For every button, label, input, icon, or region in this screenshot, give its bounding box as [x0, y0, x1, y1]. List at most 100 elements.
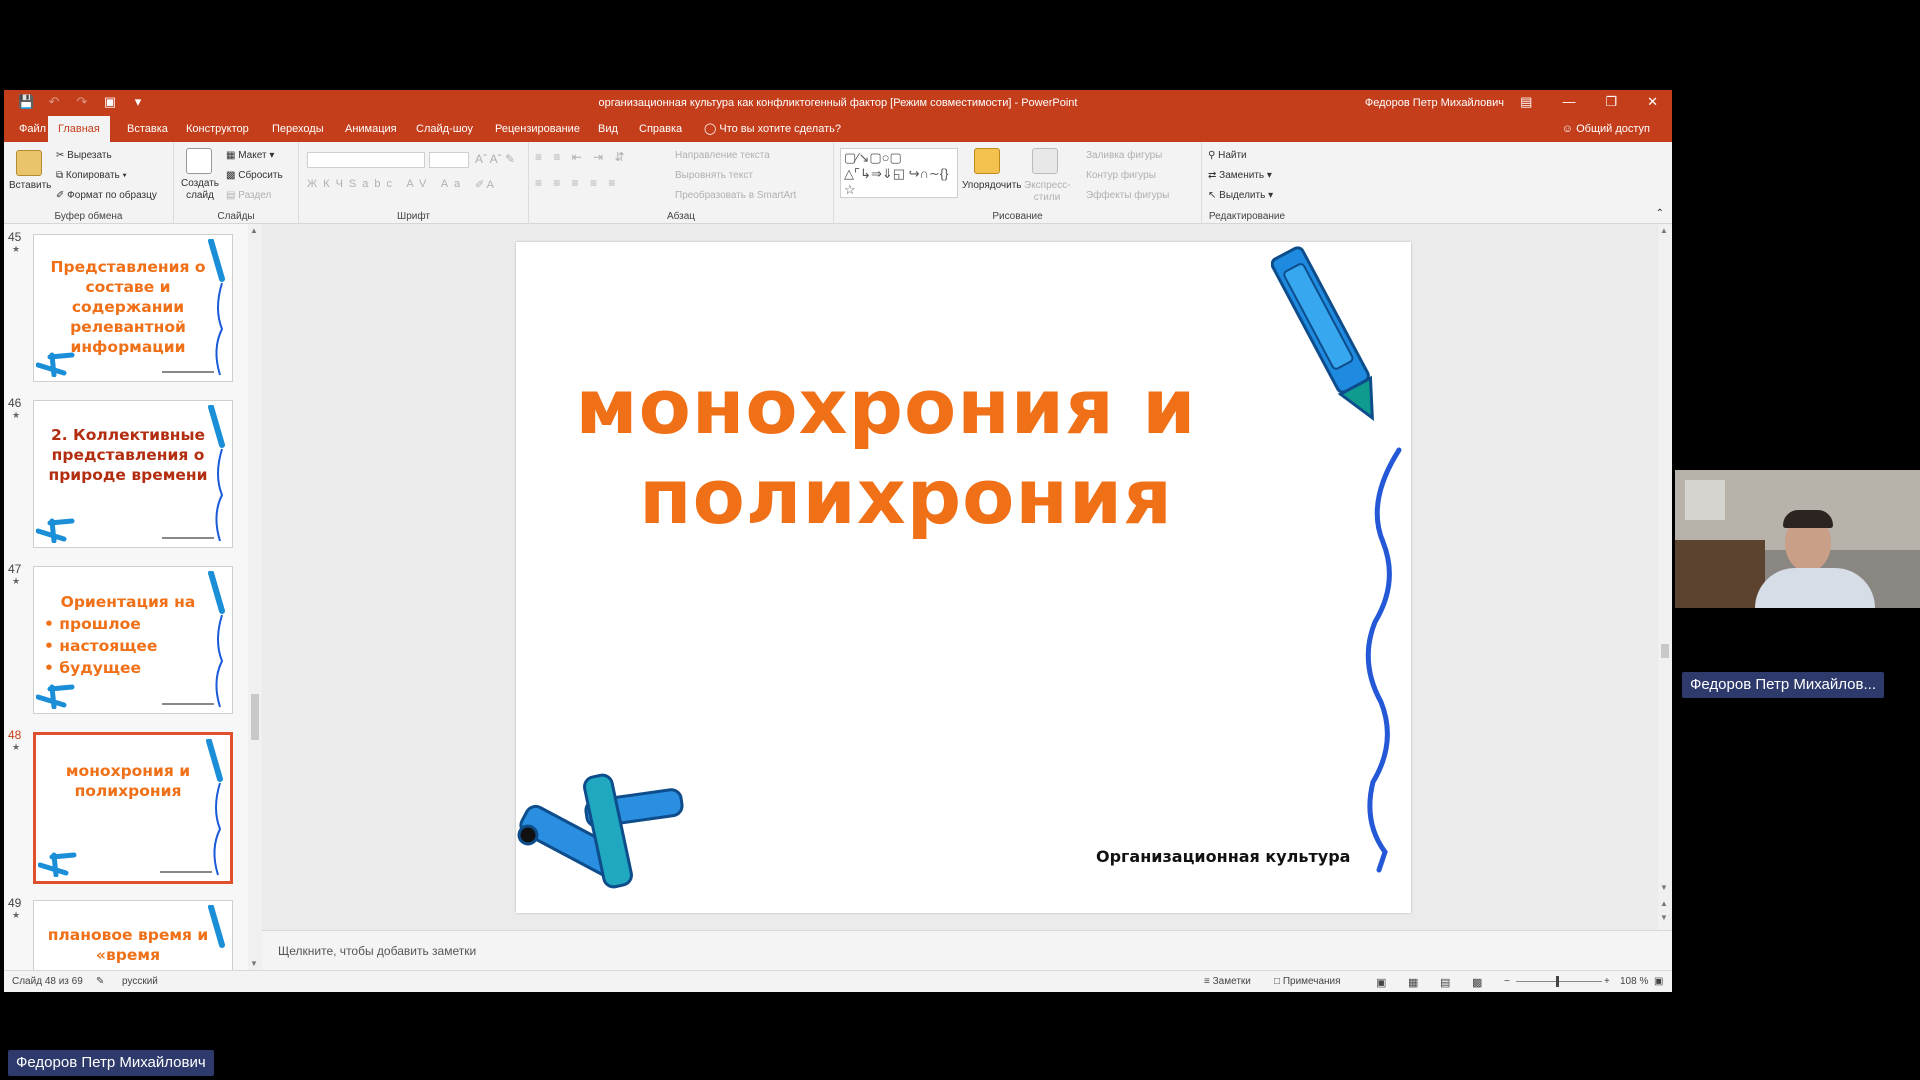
thumbnail-number: 46 [8, 396, 22, 410]
zoom-level[interactable]: 108 % [1620, 976, 1648, 987]
tab-review[interactable]: Рецензирование [485, 116, 590, 142]
arrange-icon[interactable] [974, 148, 1000, 174]
shape-fill-button[interactable]: Заливка фигуры [1086, 150, 1162, 161]
scroll-up-icon[interactable]: ▲ [1660, 226, 1668, 235]
scroll-down-icon[interactable]: ▼ [1660, 883, 1668, 892]
zoom-slider[interactable] [1516, 981, 1602, 982]
ribbon-tabs: Файл Главная Вставка Конструктор Переход… [4, 116, 1672, 142]
paste-icon[interactable] [16, 150, 42, 176]
section-icon: ▤ [226, 190, 236, 201]
font-group: Aˆ Aˇ ✎ ЖКЧSabc AV Aa ✐ A Шрифт [299, 142, 529, 224]
notes-toggle-label: Заметки [1212, 976, 1251, 987]
font-color-buttons[interactable]: ✐ A [475, 178, 494, 191]
cut-button[interactable]: ✂ Вырезать [56, 150, 112, 161]
slide-footer-text[interactable]: Организационная культура [1096, 847, 1350, 866]
thumbnail-scrollbar[interactable]: ▲ ▼ [248, 224, 262, 970]
new-slide-button[interactable]: Создать слайд [180, 178, 220, 202]
zoom-in-icon[interactable]: + [1604, 976, 1610, 987]
slide-title[interactable]: монохрония и полихрония [566, 362, 1206, 542]
animation-star-icon: ★ [12, 244, 21, 254]
current-slide[interactable]: монохрония и полихрония Организационная … [516, 242, 1411, 913]
notes-toggle-button[interactable]: ≡ Заметки [1204, 976, 1251, 987]
slide-sorter-icon[interactable]: ▦ [1408, 976, 1418, 989]
slide-counter[interactable]: Слайд 48 из 69 [12, 976, 83, 987]
close-icon[interactable]: ✕ [1647, 94, 1658, 110]
font-size-buttons[interactable]: Aˆ Aˇ ✎ [475, 152, 515, 166]
slide-thumbnail-48[interactable]: монохрония и полихрония [33, 732, 233, 884]
layout-button[interactable]: ▦ Макет ▾ [226, 150, 274, 161]
ribbon-display-icon[interactable]: ▤ [1520, 94, 1532, 110]
slide-thumbnail-49[interactable]: плановое время и «время [33, 900, 233, 970]
alignment-buttons[interactable]: ≡ ≡ ≡ ≡ ≡ [535, 176, 619, 190]
crayons-decoration-icon [36, 518, 75, 543]
thumbnail-line: • настоящее [44, 637, 158, 655]
slide-thumbnail-46[interactable]: 2. Коллективные представления о природе … [33, 400, 233, 548]
slide-title-line-1: монохрония и [575, 362, 1197, 451]
new-slide-icon[interactable] [186, 148, 212, 174]
paste-button[interactable]: Вставить [9, 180, 51, 191]
font-style-buttons[interactable]: ЖКЧSabc AV Aa [307, 178, 466, 190]
copy-button[interactable]: ⧉ Копировать ▾ [56, 170, 127, 181]
tab-design[interactable]: Конструктор [176, 116, 259, 142]
tab-view[interactable]: Вид [588, 116, 628, 142]
zoom-out-icon[interactable]: − [1504, 976, 1510, 987]
thumbnail-title: плановое время и «время [47, 926, 209, 964]
wooden-panel [1675, 540, 1765, 608]
quick-styles-icon[interactable] [1032, 148, 1058, 174]
normal-view-icon[interactable]: ▣ [1376, 976, 1386, 989]
convert-smartart-button[interactable]: Преобразовать в SmartArt [675, 190, 796, 201]
tab-slideshow[interactable]: Слайд-шоу [406, 116, 483, 142]
tab-help[interactable]: Справка [629, 116, 692, 142]
tab-animations[interactable]: Анимация [335, 116, 407, 142]
thumbnail-title: Ориентация на • прошлое • настоящее • бу… [44, 591, 212, 679]
align-text-button[interactable]: Выровнять текст [675, 170, 753, 181]
font-name-combo[interactable] [307, 152, 425, 168]
language-indicator[interactable]: русский [122, 976, 158, 987]
format-painter-button[interactable]: ✐ Формат по образцу [56, 190, 157, 201]
scroll-up-icon[interactable]: ▲ [250, 226, 258, 235]
section-button[interactable]: ▤ Раздел [226, 190, 271, 201]
quick-styles-button[interactable]: Экспресс-стили [1024, 180, 1071, 204]
replace-button[interactable]: ⇄ Заменить ▾ [1208, 170, 1272, 181]
editing-area-scrollbar[interactable]: ▲ ▼ ▲ ▼ [1658, 224, 1672, 930]
next-slide-icon[interactable]: ▼ [1660, 913, 1668, 922]
arrange-button[interactable]: Упорядочить [962, 180, 1022, 191]
select-button[interactable]: ↖ Выделить ▾ [1208, 190, 1273, 201]
previous-slide-icon[interactable]: ▲ [1660, 899, 1668, 908]
slide-thumbnail-45[interactable]: Представления о составе и содержании рел… [33, 234, 233, 382]
shapes-gallery[interactable]: ▢∕↘▢○▢ △⌜↳⇒⇓◱ ↪∩∼{}☆ [840, 148, 958, 198]
list-buttons[interactable]: ≡ ≡ ⇤ ⇥ ⇵ [535, 150, 629, 164]
scrollbar-thumb[interactable] [1661, 644, 1669, 658]
reading-view-icon[interactable]: ▤ [1440, 976, 1450, 989]
tab-insert[interactable]: Вставка [117, 116, 178, 142]
minimize-icon[interactable]: — [1562, 94, 1575, 110]
tell-me-search[interactable]: ◯ Что вы хотите сделать? [694, 116, 851, 142]
font-size-combo[interactable] [429, 152, 469, 168]
clipboard-group: Вставить ✂ Вырезать ⧉ Копировать ▾ ✐ Фор… [4, 142, 174, 224]
thumbnail-footer-line [160, 871, 212, 873]
fit-slide-icon[interactable]: ▣ [1654, 976, 1663, 987]
presenter-hair [1783, 510, 1833, 528]
scrollbar-thumb[interactable] [251, 694, 259, 740]
shape-effects-button[interactable]: Эффекты фигуры [1086, 190, 1169, 201]
collapse-ribbon-icon[interactable]: ⌃ [1656, 208, 1664, 219]
spellcheck-icon[interactable]: ✎ [96, 976, 104, 987]
scroll-down-icon[interactable]: ▼ [250, 959, 258, 968]
comments-toggle-label: Примечания [1282, 976, 1341, 987]
share-button[interactable]: ☺ Общий доступ [1562, 116, 1650, 142]
notes-pane[interactable]: Щелкните, чтобы добавить заметки [262, 930, 1672, 970]
shape-outline-button[interactable]: Контур фигуры [1086, 170, 1156, 181]
zoom-slider-thumb[interactable] [1556, 976, 1559, 987]
tab-home[interactable]: Главная [48, 116, 110, 142]
text-direction-button[interactable]: Направление текста [675, 150, 770, 161]
slideshow-view-icon[interactable]: ▩ [1472, 976, 1482, 989]
find-button[interactable]: ⚲ Найти [1208, 150, 1247, 161]
ribbon: Вставить ✂ Вырезать ⧉ Копировать ▾ ✐ Фор… [4, 142, 1672, 224]
reset-button[interactable]: ▩ Сбросить [226, 170, 283, 181]
tab-transitions[interactable]: Переходы [262, 116, 334, 142]
comments-toggle-button[interactable]: □ Примечания [1274, 976, 1341, 987]
slide-thumbnail-47[interactable]: Ориентация на • прошлое • настоящее • бу… [33, 566, 233, 714]
restore-icon[interactable]: ❐ [1605, 94, 1617, 110]
account-name[interactable]: Федоров Петр Михайлович [1365, 97, 1504, 109]
presenter-shirt [1755, 568, 1875, 608]
